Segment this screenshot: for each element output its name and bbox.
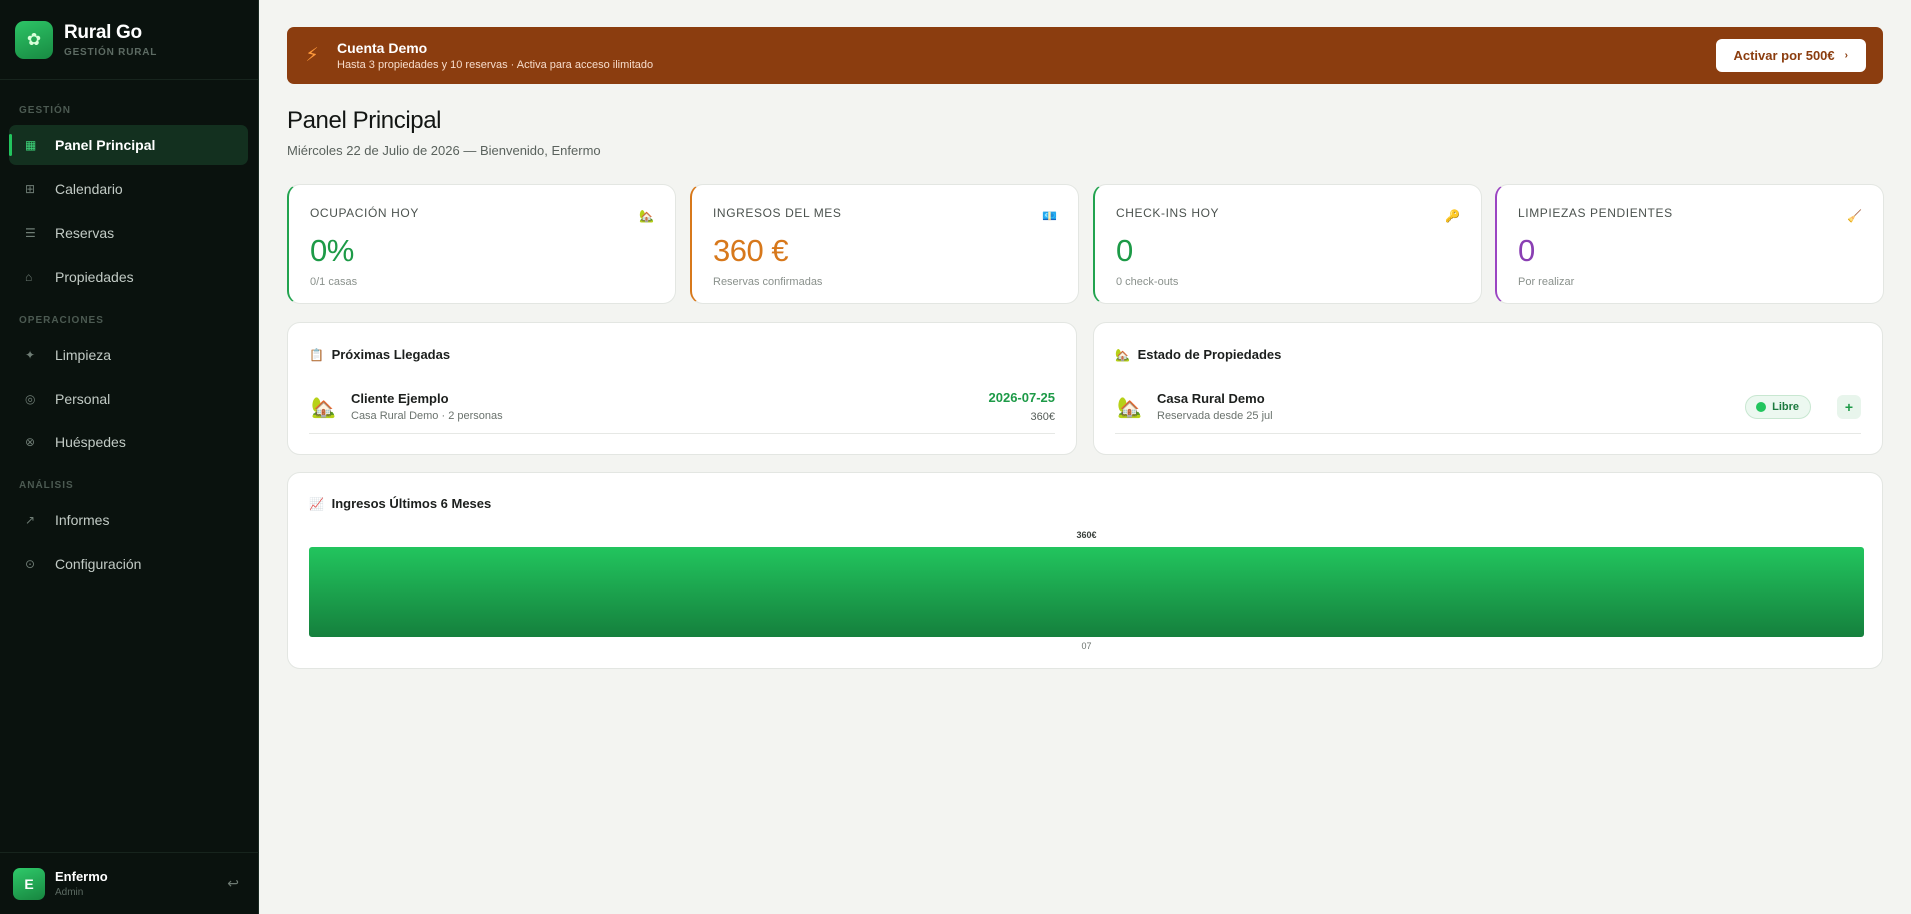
stat-value: 0 <box>1518 233 1535 268</box>
stat-label: LIMPIEZAS PENDIENTES <box>1518 206 1673 220</box>
status-badge[interactable]: Libre <box>1745 395 1811 419</box>
user-box[interactable]: E Enfermo Admin ↩ <box>0 852 259 914</box>
sidebar-item-limpieza[interactable]: ✦ Limpieza <box>9 335 248 375</box>
trend-icon: ↗ <box>25 513 36 527</box>
sidebar-item-huespedes[interactable]: ⊗ Huéspedes <box>9 422 248 462</box>
activate-button[interactable]: Activar por 500€ › <box>1716 39 1866 72</box>
stat-value: 0 <box>1116 233 1133 268</box>
stat-card-limpiezas: LIMPIEZAS PENDIENTES 🧹 0 Por realizar <box>1495 184 1884 304</box>
banner-title: Cuenta Demo <box>337 40 428 56</box>
stat-hint: 0/1 casas <box>310 276 358 288</box>
page-title: Panel Principal <box>287 107 442 134</box>
guest-name: Cliente Ejemplo <box>351 391 449 406</box>
sidebar: ✿ Rural Go GESTIÓN RURAL GESTIÓN ▦ Panel… <box>0 0 259 914</box>
sidebar-item-reservas[interactable]: ☰ Reservas <box>9 213 248 253</box>
status-label: Libre <box>1772 401 1799 413</box>
house-icon: 🏡 <box>311 397 336 419</box>
sidebar-item-panel-principal[interactable]: ▦ Panel Principal <box>9 125 248 165</box>
chart-icon: 📈 <box>309 497 324 511</box>
leaf-icon: ✿ <box>15 20 53 59</box>
bolt-icon: ⚡ <box>305 45 319 66</box>
calendar-icon: ⊞ <box>25 182 36 196</box>
revenue-title-text: Ingresos Últimos 6 Meses <box>331 496 492 511</box>
section-operaciones: OPERACIONES <box>19 315 104 326</box>
property-detail: Reservada desde 25 jul <box>1157 410 1273 422</box>
demo-banner: ⚡ Cuenta Demo Hasta 3 propiedades y 10 r… <box>287 27 1883 84</box>
user-role: Admin <box>55 887 84 898</box>
arrivals-panel: 📋 Próximas Llegadas 🏡 Cliente Ejemplo Ca… <box>287 322 1077 455</box>
sidebar-item-label: Personal <box>55 391 111 407</box>
activate-button-label: Activar por 500€ <box>1733 48 1835 63</box>
clipboard-icon: 📋 <box>309 348 324 362</box>
grid-icon: ▦ <box>25 138 37 152</box>
revenue-panel: 📈 Ingresos Últimos 6 Meses 360€ 07 <box>287 472 1883 669</box>
chart-data-label: 360€ <box>1076 530 1096 540</box>
stat-value: 360 € <box>713 233 789 268</box>
stat-value: 0% <box>310 233 354 268</box>
sidebar-item-label: Calendario <box>55 181 123 197</box>
stat-label: INGRESOS DEL MES <box>713 206 842 220</box>
sidebar-item-configuracion[interactable]: ⊙ Configuración <box>9 544 248 584</box>
revenue-chart: 360€ 07 <box>309 530 1864 651</box>
chart-bar <box>309 547 1864 637</box>
key-icon: 🔑 <box>1445 209 1460 223</box>
banner-subtitle: Hasta 3 propiedades y 10 reservas · Acti… <box>337 59 654 71</box>
chart-tick-label: 07 <box>1081 641 1091 651</box>
stat-card-ingresos: INGRESOS DEL MES 💶 360 € Reservas confir… <box>690 184 1079 304</box>
house-icon: 🏡 <box>639 209 654 223</box>
page-subtitle: Miércoles 22 de Julio de 2026 — Bienveni… <box>287 143 601 158</box>
house-icon: 🏡 <box>1117 397 1142 419</box>
properties-title: 🏡 Estado de Propiedades <box>1115 347 1281 362</box>
brand-subtitle: GESTIÓN RURAL <box>64 46 158 58</box>
arrival-detail: Casa Rural Demo · 2 personas <box>351 410 503 422</box>
status-dot-icon <box>1756 402 1767 412</box>
settings-icon: ⊙ <box>25 557 36 571</box>
list-item[interactable]: 🏡 Cliente Ejemplo Casa Rural Demo · 2 pe… <box>309 384 1055 434</box>
arrivals-title: 📋 Próximas Llegadas <box>309 347 450 362</box>
stat-label: CHECK-INS HOY <box>1116 206 1220 220</box>
sidebar-item-label: Informes <box>55 512 110 528</box>
avatar: E <box>13 867 45 900</box>
logout-icon[interactable]: ↩ <box>227 875 239 892</box>
sidebar-item-label: Propiedades <box>55 269 134 285</box>
properties-title-text: Estado de Propiedades <box>1137 347 1282 362</box>
arrival-amount: 360€ <box>1030 411 1055 423</box>
sidebar-item-label: Limpieza <box>55 347 112 363</box>
stat-hint: 0 check-outs <box>1116 276 1179 288</box>
brand[interactable]: ✿ Rural Go GESTIÓN RURAL <box>0 0 258 80</box>
stat-card-ocupacion: OCUPACIÓN HOY 🏡 0% 0/1 casas <box>287 184 676 304</box>
chevron-right-icon: › <box>1844 50 1848 61</box>
money-icon: 💶 <box>1042 209 1057 223</box>
sidebar-item-personal[interactable]: ◎ Personal <box>9 379 248 419</box>
list-item[interactable]: 🏡 Casa Rural Demo Reservada desde 25 jul… <box>1115 384 1861 434</box>
sidebar-item-label: Configuración <box>55 556 142 572</box>
brand-name: Rural Go <box>64 21 142 43</box>
broom-icon: 🧹 <box>1847 209 1862 223</box>
section-gestion: GESTIÓN <box>19 105 72 116</box>
properties-panel: 🏡 Estado de Propiedades 🏡 Casa Rural Dem… <box>1093 322 1883 455</box>
stat-label: OCUPACIÓN HOY <box>310 206 419 220</box>
property-name: Casa Rural Demo <box>1157 391 1265 406</box>
section-analisis: ANÁLISIS <box>19 480 74 491</box>
stat-hint: Por realizar <box>1518 276 1575 288</box>
sidebar-item-label: Reservas <box>55 225 115 241</box>
sidebar-item-calendario[interactable]: ⊞ Calendario <box>9 169 248 209</box>
home-icon: ⌂ <box>25 270 33 284</box>
sidebar-item-propiedades[interactable]: ⌂ Propiedades <box>9 257 248 297</box>
guests-icon: ⊗ <box>25 435 36 449</box>
sidebar-item-label: Huéspedes <box>55 434 126 450</box>
arrival-date: 2026-07-25 <box>988 390 1056 405</box>
stat-card-checkins: CHECK-INS HOY 🔑 0 0 check-outs <box>1093 184 1482 304</box>
person-icon: ◎ <box>25 392 36 406</box>
house-icon: 🏡 <box>1115 348 1130 362</box>
add-button[interactable]: + <box>1837 395 1861 419</box>
arrivals-title-text: Próximas Llegadas <box>331 347 451 362</box>
revenue-title: 📈 Ingresos Últimos 6 Meses <box>309 496 491 511</box>
sparkle-icon: ✦ <box>25 348 36 362</box>
sidebar-item-informes[interactable]: ↗ Informes <box>9 500 248 540</box>
user-name: Enfermo <box>55 869 108 884</box>
stat-hint: Reservas confirmadas <box>713 276 823 288</box>
list-icon: ☰ <box>25 226 36 240</box>
sidebar-item-label: Panel Principal <box>55 137 156 153</box>
